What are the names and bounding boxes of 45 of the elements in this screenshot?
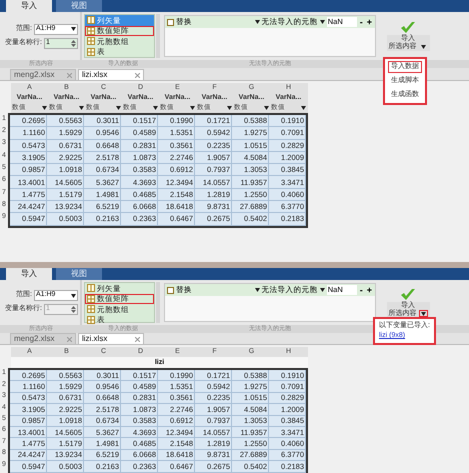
caret-icon xyxy=(320,20,325,24)
grid-icon xyxy=(87,284,95,292)
caret-icon xyxy=(320,288,325,292)
close-icon[interactable] xyxy=(135,72,140,78)
add-button[interactable]: + xyxy=(366,17,373,27)
caret-icon xyxy=(254,288,260,292)
grid-icon xyxy=(87,294,95,303)
grid-icon xyxy=(87,316,95,324)
ribbon-tab[interactable]: 视图 xyxy=(56,268,102,280)
caret-icon xyxy=(264,106,269,110)
grid-icon xyxy=(87,26,95,35)
grid-icon xyxy=(87,16,95,24)
caret-icon xyxy=(227,106,232,110)
file-tab[interactable]: meng2.xlsx xyxy=(10,333,76,344)
ribbon-tab[interactable]: 导入 xyxy=(6,268,52,280)
caret-icon xyxy=(190,106,195,110)
caret-icon xyxy=(153,106,158,110)
ribbon-tab[interactable]: 视图 xyxy=(56,0,102,12)
close-icon[interactable] xyxy=(135,336,140,342)
close-icon[interactable] xyxy=(67,72,72,78)
caret-icon xyxy=(42,106,47,110)
caret-icon xyxy=(71,27,76,31)
caret-icon xyxy=(116,106,121,110)
dropdown-arrow[interactable] xyxy=(418,44,428,50)
replace-checkbox[interactable] xyxy=(167,18,174,26)
grid-icon xyxy=(87,37,95,46)
scrollbar[interactable] xyxy=(156,282,160,323)
caret-icon xyxy=(254,20,260,24)
spinner-icon[interactable] xyxy=(71,38,76,48)
close-icon[interactable] xyxy=(67,336,72,342)
grid-icon xyxy=(87,305,95,314)
add-button[interactable]: + xyxy=(366,285,373,295)
caret-icon xyxy=(420,45,426,49)
caret-icon xyxy=(79,106,84,110)
file-tab[interactable]: lizi.xlsx xyxy=(78,333,144,344)
grid-icon xyxy=(87,48,95,56)
replace-checkbox[interactable] xyxy=(167,286,174,294)
scrollbar[interactable] xyxy=(156,14,160,58)
file-tab[interactable]: lizi.xlsx xyxy=(78,69,144,80)
remove-button[interactable]: - xyxy=(358,285,364,295)
file-tab[interactable]: meng2.xlsx xyxy=(10,69,76,80)
ribbon-tab[interactable]: 导入 xyxy=(6,0,52,12)
caret-icon xyxy=(71,294,76,298)
remove-button[interactable]: - xyxy=(358,17,364,27)
caret-icon xyxy=(301,106,306,110)
